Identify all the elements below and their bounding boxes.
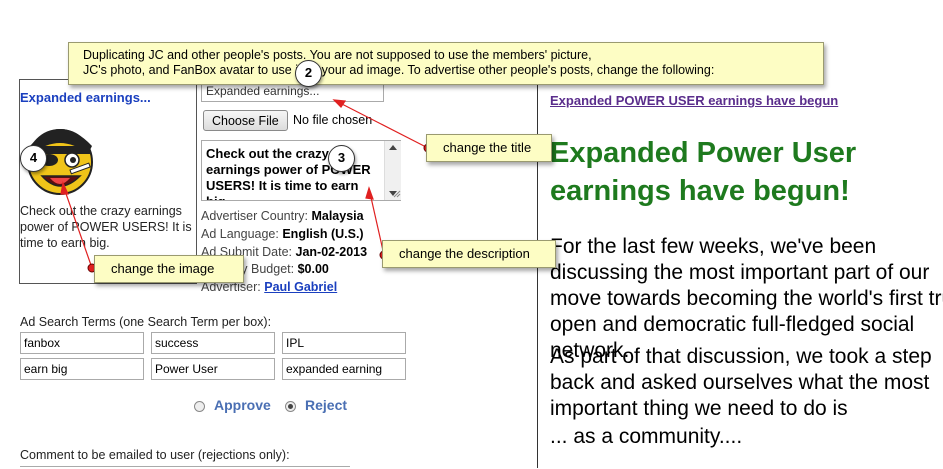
post-preview-paragraph: ... as a community.... <box>550 425 743 448</box>
advertiser-country-row: Advertiser Country: Malaysia <box>201 209 364 223</box>
search-term-input[interactable] <box>20 358 144 380</box>
change-description-note: change the description <box>382 240 556 268</box>
step-number-badge: 3 <box>328 145 355 172</box>
choose-file-button[interactable]: Choose File <box>203 110 288 131</box>
search-term-input[interactable] <box>20 332 144 354</box>
ad-description-textarea[interactable]: Check out the crazy earnings power of PO… <box>201 140 401 201</box>
search-term-input[interactable] <box>151 358 275 380</box>
search-term-input[interactable] <box>282 358 406 380</box>
change-image-note: change the image <box>94 255 244 283</box>
approve-radio[interactable] <box>194 401 205 412</box>
ad-language-row: Ad Language: English (U.S.) <box>201 227 364 241</box>
instruction-callout: Duplicating JC and other people's posts.… <box>68 42 824 85</box>
change-title-note: change the title <box>426 134 552 162</box>
textarea-scrollbar[interactable] <box>384 141 401 200</box>
search-term-input[interactable] <box>282 332 406 354</box>
advertiser-link[interactable]: Paul Gabriel <box>264 280 337 294</box>
reject-label[interactable]: Reject <box>305 397 347 413</box>
callout-line: Duplicating JC and other people's posts.… <box>83 48 592 62</box>
post-preview-heading: Expanded Power User earnings have begun! <box>550 137 857 207</box>
comment-label: Comment to be emailed to user (rejection… <box>20 448 290 462</box>
callout-line: JC's photo, and FanBox avatar to use it … <box>83 63 715 77</box>
approve-label[interactable]: Approve <box>214 397 271 413</box>
post-preview-paragraph: As part of that discussion, we took a st… <box>550 345 932 420</box>
step-number-badge: 2 <box>295 60 322 87</box>
search-terms-label: Ad Search Terms (one Search Term per box… <box>20 315 272 329</box>
ad-preview-title: Expanded earnings... <box>20 90 151 105</box>
search-term-input[interactable] <box>151 332 275 354</box>
file-status-text: No file chosen <box>293 113 373 127</box>
reject-radio[interactable] <box>285 401 296 412</box>
post-preview-link[interactable]: Expanded POWER USER earnings have begun <box>550 93 838 108</box>
ad-preview-description: Check out the crazy earnings power of PO… <box>20 204 192 250</box>
step-number-badge: 4 <box>20 145 47 172</box>
